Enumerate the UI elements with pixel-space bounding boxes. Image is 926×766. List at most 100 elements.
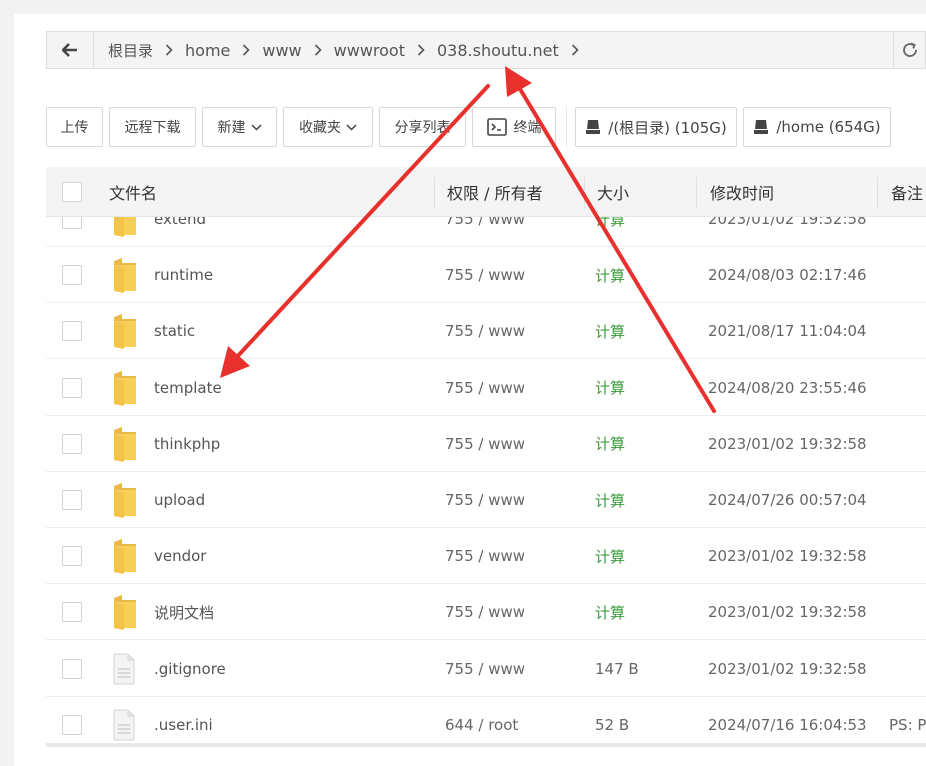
file-size[interactable]: 计算: [595, 360, 625, 416]
table-row[interactable]: 说明文档 755 / www 计算 2023/01/02 19:32:58: [46, 584, 926, 641]
table-row[interactable]: vendor 755 / www 计算 2023/01/02 19:32:58: [46, 528, 926, 585]
file-name[interactable]: static: [154, 303, 195, 359]
remote-download-button[interactable]: 远程下载: [109, 107, 196, 147]
folder-icon: [112, 472, 138, 528]
col-mtime[interactable]: 修改时间: [710, 167, 774, 217]
chevron-right-icon: [567, 44, 583, 56]
arrow-left-icon: [62, 43, 77, 57]
table-row[interactable]: .user.ini 644 / root 52 B 2024/07/16 16:04:…: [46, 697, 926, 749]
file-note: PS: PI: [889, 715, 926, 734]
new-dropdown-button[interactable]: 新建: [202, 107, 277, 147]
disk-icon: [585, 119, 601, 135]
file-icon: [112, 697, 136, 749]
file-permission[interactable]: 755 / www: [445, 641, 525, 697]
row-checkbox[interactable]: [62, 303, 82, 359]
table-row[interactable]: runtime 755 / www 计算 2024/08/03 02:17:46: [46, 247, 926, 304]
file-name[interactable]: 说明文档: [154, 584, 214, 640]
folder-icon: [112, 217, 138, 247]
table-row[interactable]: thinkphp 755 / www 计算 2023/01/02 19:32:58: [46, 416, 926, 472]
chevron-right-icon: [161, 44, 177, 56]
file-mtime: 2024/07/26 00:57:04: [708, 491, 867, 509]
file-mtime: 2023/01/02 19:32:58: [708, 603, 867, 622]
upload-label: 上传: [60, 120, 89, 136]
disk-root-button[interactable]: /(根目录) (105G): [575, 107, 737, 147]
file-permission[interactable]: 644 / root: [445, 697, 518, 749]
disk-home-button[interactable]: /home (654G): [743, 107, 891, 147]
file-name[interactable]: vendor: [154, 528, 206, 584]
breadcrumb-item[interactable]: home: [177, 41, 238, 60]
file-size: 147 B: [595, 659, 639, 678]
disk-icon: [753, 119, 769, 135]
col-separator: [434, 177, 435, 209]
table-row[interactable]: upload 755 / www 计算 2024/07/26 00:57:04: [46, 472, 926, 528]
table-scrollbar-track[interactable]: [46, 743, 926, 747]
chevron-right-icon: [238, 44, 254, 56]
row-checkbox[interactable]: [62, 360, 82, 416]
row-checkbox[interactable]: [62, 641, 82, 697]
col-size[interactable]: 大小: [597, 167, 629, 217]
breadcrumb-item[interactable]: 038.shoutu.net: [429, 41, 567, 60]
file-permission[interactable]: 755 / www: [445, 528, 525, 584]
file-mtime: 2023/01/02 19:32:58: [708, 547, 867, 566]
file-name[interactable]: .user.ini: [154, 697, 213, 749]
file-permission[interactable]: 755 / www: [445, 303, 525, 359]
file-mtime: 2023/01/02 19:32:58: [708, 434, 867, 453]
row-checkbox[interactable]: [62, 416, 82, 472]
toolbar: 上传 远程下载 新建 收藏夹 分享列表 终端 /(根目录) (105G) /ho…: [46, 107, 897, 147]
row-checkbox[interactable]: [62, 697, 82, 749]
file-name[interactable]: thinkphp: [154, 416, 220, 472]
file-name[interactable]: extend: [154, 217, 206, 247]
file-size[interactable]: 计算: [595, 217, 625, 247]
file-permission[interactable]: 755 / www: [445, 247, 525, 303]
table-row[interactable]: extend 755 / www 计算 2023/01/02 19:32:58: [46, 217, 926, 247]
table-row[interactable]: static 755 / www 计算 2021/08/17 11:04:04: [46, 303, 926, 360]
share-list-button[interactable]: 分享列表: [379, 107, 466, 147]
row-checkbox[interactable]: [62, 472, 82, 528]
upload-button[interactable]: 上传: [46, 107, 103, 147]
file-size[interactable]: 计算: [595, 472, 625, 528]
disk-root-label: /(根目录) (105G): [608, 118, 727, 137]
file-mtime: 2024/08/03 02:17:46: [708, 266, 867, 285]
file-name[interactable]: .gitignore: [154, 641, 226, 697]
chevron-down-icon: [346, 123, 357, 131]
folder-icon: [112, 416, 138, 472]
file-permission[interactable]: 755 / www: [445, 416, 525, 472]
file-size[interactable]: 计算: [595, 303, 625, 359]
file-permission[interactable]: 755 / www: [445, 472, 525, 528]
folder-icon: [112, 528, 138, 584]
file-size[interactable]: 计算: [595, 584, 625, 640]
favorites-dropdown-button[interactable]: 收藏夹: [283, 107, 373, 147]
row-checkbox[interactable]: [62, 528, 82, 584]
folder-icon: [112, 247, 138, 303]
file-size[interactable]: 计算: [595, 528, 625, 584]
folder-icon: [112, 303, 138, 359]
row-checkbox[interactable]: [62, 584, 82, 640]
row-checkbox[interactable]: [62, 247, 82, 303]
file-name[interactable]: upload: [154, 472, 205, 528]
file-name[interactable]: runtime: [154, 247, 213, 303]
breadcrumb-item[interactable]: 根目录: [100, 40, 161, 61]
file-permission[interactable]: 755 / www: [445, 360, 525, 416]
terminal-button[interactable]: 终端: [472, 107, 556, 147]
row-checkbox[interactable]: [62, 217, 82, 247]
col-separator: [696, 177, 697, 209]
file-name[interactable]: template: [154, 360, 222, 416]
refresh-icon: [902, 42, 917, 57]
file-permission[interactable]: 755 / www: [445, 217, 525, 247]
col-name[interactable]: 文件名: [109, 167, 157, 217]
refresh-button[interactable]: [893, 32, 925, 68]
file-size[interactable]: 计算: [595, 416, 625, 472]
file-permission[interactable]: 755 / www: [445, 584, 525, 640]
select-all-checkbox[interactable]: [62, 167, 82, 217]
col-permission[interactable]: 权限 / 所有者: [447, 167, 543, 217]
terminal-icon: [486, 118, 507, 136]
table-row[interactable]: .gitignore 755 / www 147 B 2023/01/02 19:32…: [46, 641, 926, 697]
file-table-body: extend 755 / www 计算 2023/01/02 19:32:58 runt…: [46, 217, 926, 749]
file-size[interactable]: 计算: [595, 247, 625, 303]
breadcrumb-item[interactable]: www: [254, 41, 309, 60]
breadcrumb-item[interactable]: wwwroot: [326, 41, 413, 60]
table-row[interactable]: template 755 / www 计算 2024/08/20 23:55:46: [46, 360, 926, 416]
file-mtime: 2024/07/16 16:04:53: [708, 715, 867, 734]
col-note[interactable]: 备注: [891, 167, 923, 217]
back-button[interactable]: [47, 32, 94, 68]
